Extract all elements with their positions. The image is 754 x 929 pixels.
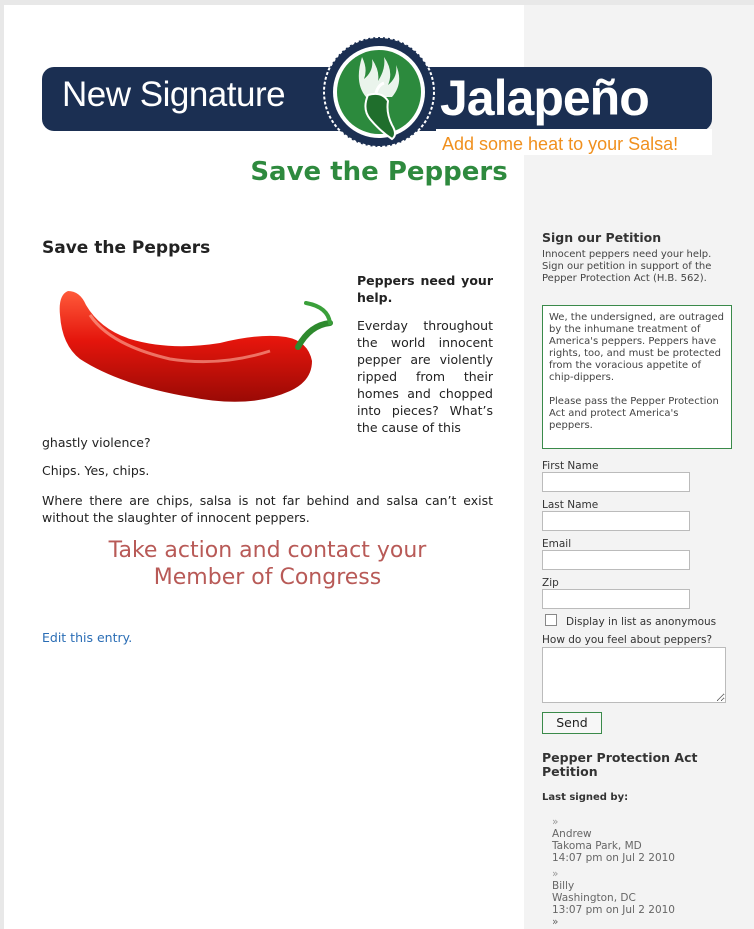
- call-to-action: Take action and contact your Member of C…: [42, 537, 493, 591]
- signer-location: Washington, DC: [552, 892, 636, 904]
- petition-title: Sign our Petition: [542, 230, 662, 245]
- more-signers-arrow: »: [552, 916, 559, 928]
- signer-name: Billy: [552, 880, 575, 892]
- signer-entry: » Billy Washington, DC 13:07 pm on Jul 2…: [552, 868, 675, 916]
- banner-brand-left: New Signature: [62, 75, 286, 114]
- post-title: Save the Peppers: [42, 238, 211, 258]
- feelings-textarea[interactable]: [542, 647, 726, 703]
- page: New Signature Jalapeño Add some heat to …: [4, 5, 754, 929]
- signer-arrow: »: [552, 868, 559, 880]
- petition-text-box: We, the undersigned, are outraged by the…: [542, 305, 732, 449]
- zip-label: Zip: [542, 577, 559, 589]
- signer-location: Takoma Park, MD: [552, 840, 642, 852]
- banner-brand-right: Jalapeño: [440, 70, 650, 126]
- signer-entry: » Andrew Takoma Park, MD 14:07 pm on Jul…: [552, 816, 675, 864]
- send-button[interactable]: Send: [542, 712, 602, 734]
- site-title: Save the Peppers: [250, 157, 508, 187]
- email-field[interactable]: [542, 550, 690, 570]
- petition-paragraph-2: Please pass the Pepper Protection Act an…: [549, 396, 719, 431]
- last-name-label: Last Name: [542, 499, 599, 511]
- petition-list-title: Pepper Protection Act Petition: [542, 750, 698, 779]
- red-pepper-image: [59, 291, 333, 402]
- jalapeno-seal-logo: [323, 36, 435, 148]
- salsa-paragraph: Where there are chips, salsa is not far …: [42, 493, 493, 525]
- intro-heading: Peppers need your help.: [357, 273, 493, 305]
- petition-paragraph-1: We, the undersigned, are outraged by the…: [549, 312, 725, 383]
- intro-paragraph: Everday throughout the world innocent pe…: [357, 318, 493, 435]
- chips-paragraph: Chips. Yes, chips.: [42, 463, 150, 478]
- cta-line-1: Take action and contact your: [108, 538, 427, 563]
- signer-name: Andrew: [552, 828, 592, 840]
- email-label: Email: [542, 538, 572, 550]
- petition-intro: Innocent peppers need your help. Sign ou…: [542, 249, 712, 284]
- signer-time: 14:07 pm on Jul 2 2010: [552, 852, 675, 864]
- signer-arrow: »: [552, 816, 559, 828]
- feel-label: How do you feel about peppers?: [542, 634, 713, 646]
- intro-paragraph-tail: ghastly violence?: [42, 435, 151, 450]
- last-name-field[interactable]: [542, 511, 690, 531]
- edit-entry-link[interactable]: Edit this entry.: [42, 630, 132, 645]
- signer-time: 13:07 pm on Jul 2 2010: [552, 904, 675, 916]
- banner-tagline: Add some heat to your Salsa!: [442, 134, 679, 154]
- cta-line-2: Member of Congress: [153, 565, 382, 590]
- zip-field[interactable]: [542, 589, 690, 609]
- anonymous-checkbox[interactable]: [545, 614, 557, 626]
- first-name-label: First Name: [542, 460, 599, 472]
- last-signed-label: Last signed by:: [542, 792, 629, 803]
- first-name-field[interactable]: [542, 472, 690, 492]
- anonymous-label: Display in list as anonymous: [566, 616, 717, 628]
